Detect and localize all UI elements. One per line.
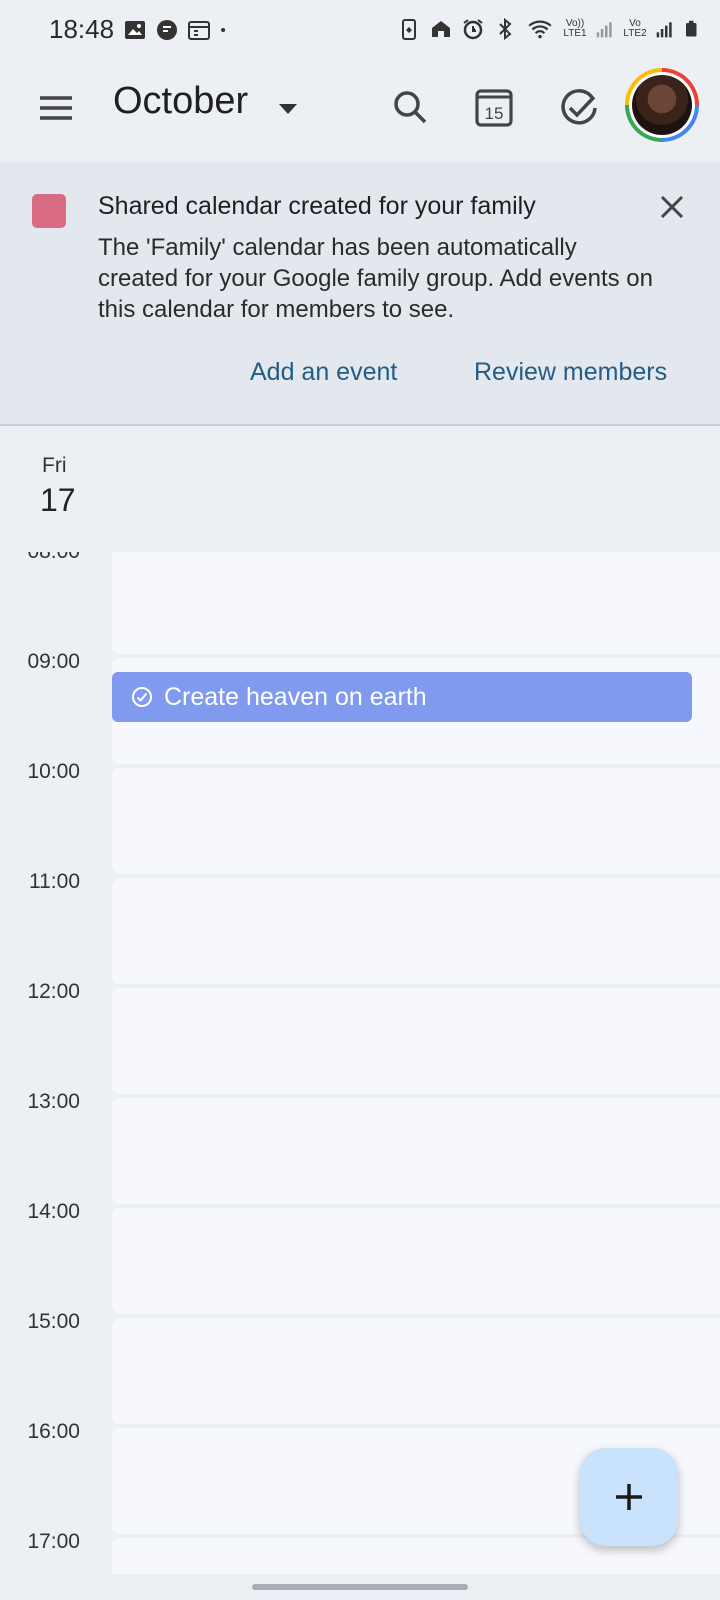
chevron-down-icon[interactable]	[276, 96, 300, 120]
hour-label: 13:00	[27, 1090, 80, 1113]
top-app-bar: October 15	[0, 60, 720, 162]
menu-icon[interactable]	[30, 82, 82, 134]
today-number: 15	[485, 104, 504, 123]
image-icon	[125, 21, 145, 39]
calendar-small-icon	[188, 21, 210, 40]
family-calendar-banner: Shared calendar created for your family …	[0, 162, 720, 426]
hour-slot[interactable]	[112, 878, 720, 984]
gesture-nav-handle[interactable]	[252, 1584, 468, 1590]
create-event-button[interactable]	[580, 1448, 678, 1546]
signal-icon	[596, 22, 612, 38]
close-icon[interactable]	[652, 187, 692, 227]
bluetooth-icon	[499, 17, 512, 41]
status-time: 18:48	[49, 14, 115, 44]
hour-slot[interactable]	[112, 988, 720, 1094]
status-right-icons: Vo)) LTE1 Vo LTE2	[397, 16, 701, 42]
today-button[interactable]: 15	[470, 84, 518, 132]
calendar-color-swatch	[32, 194, 66, 228]
alarm-icon	[463, 19, 483, 40]
review-members-button[interactable]: Review members	[474, 358, 667, 387]
home-icon	[432, 21, 450, 37]
calendar-today-icon: 15	[475, 89, 513, 127]
hour-label: 11:00	[29, 870, 80, 893]
lte2-indicator: Vo LTE2	[623, 19, 647, 39]
dot-icon	[221, 27, 226, 33]
avatar-ring	[629, 72, 695, 138]
month-title[interactable]: October	[113, 80, 248, 123]
day-header[interactable]: Fri 17	[0, 426, 720, 552]
day-number: 17	[40, 482, 76, 518]
plus-icon	[616, 1484, 642, 1510]
hour-label: 09:00	[27, 650, 80, 673]
battery-icon	[686, 20, 697, 37]
day-timeline: 08:00 09:00 10:00 11:00 12:00 13:00 14:0…	[0, 552, 720, 1582]
hour-label: 17:00	[27, 1530, 80, 1553]
hour-slot[interactable]	[112, 1098, 720, 1204]
account-avatar[interactable]	[625, 68, 699, 142]
status-bar: 18:48 Vo)) LTE1 Vo LTE2	[0, 0, 720, 60]
avatar-photo	[632, 75, 692, 135]
hour-slot[interactable]	[112, 1318, 720, 1424]
add-event-button[interactable]: Add an event	[250, 358, 397, 387]
event-chip[interactable]: Create heaven on earth	[112, 672, 692, 722]
chat-icon	[157, 20, 177, 40]
event-title: Create heaven on earth	[164, 682, 427, 711]
search-icon[interactable]	[387, 84, 435, 132]
banner-body: The 'Family' calendar has been automatic…	[98, 234, 653, 323]
hour-slot[interactable]	[112, 552, 720, 654]
tasks-check-icon[interactable]	[555, 84, 603, 132]
hour-label: 10:00	[27, 760, 80, 783]
hour-label: 15:00	[27, 1310, 80, 1333]
hour-slot[interactable]	[112, 1208, 720, 1314]
hour-label: 08:00	[18, 552, 80, 564]
task-check-icon	[132, 687, 152, 707]
hour-label: 14:00	[27, 1200, 80, 1223]
lte2-bottom: LTE2	[623, 28, 647, 39]
signal-icon	[656, 22, 672, 38]
hour-slot[interactable]	[112, 768, 720, 874]
lte1-bottom: LTE1	[563, 28, 587, 39]
status-left-icons	[123, 17, 233, 43]
hour-label: 16:00	[27, 1420, 80, 1443]
banner-title: Shared calendar created for your family	[98, 192, 536, 220]
battery-saver-icon	[402, 19, 416, 40]
wifi-icon	[528, 20, 552, 39]
day-name: Fri	[42, 454, 67, 477]
lte1-indicator: Vo)) LTE1	[563, 19, 587, 39]
hour-label: 12:00	[27, 980, 80, 1003]
